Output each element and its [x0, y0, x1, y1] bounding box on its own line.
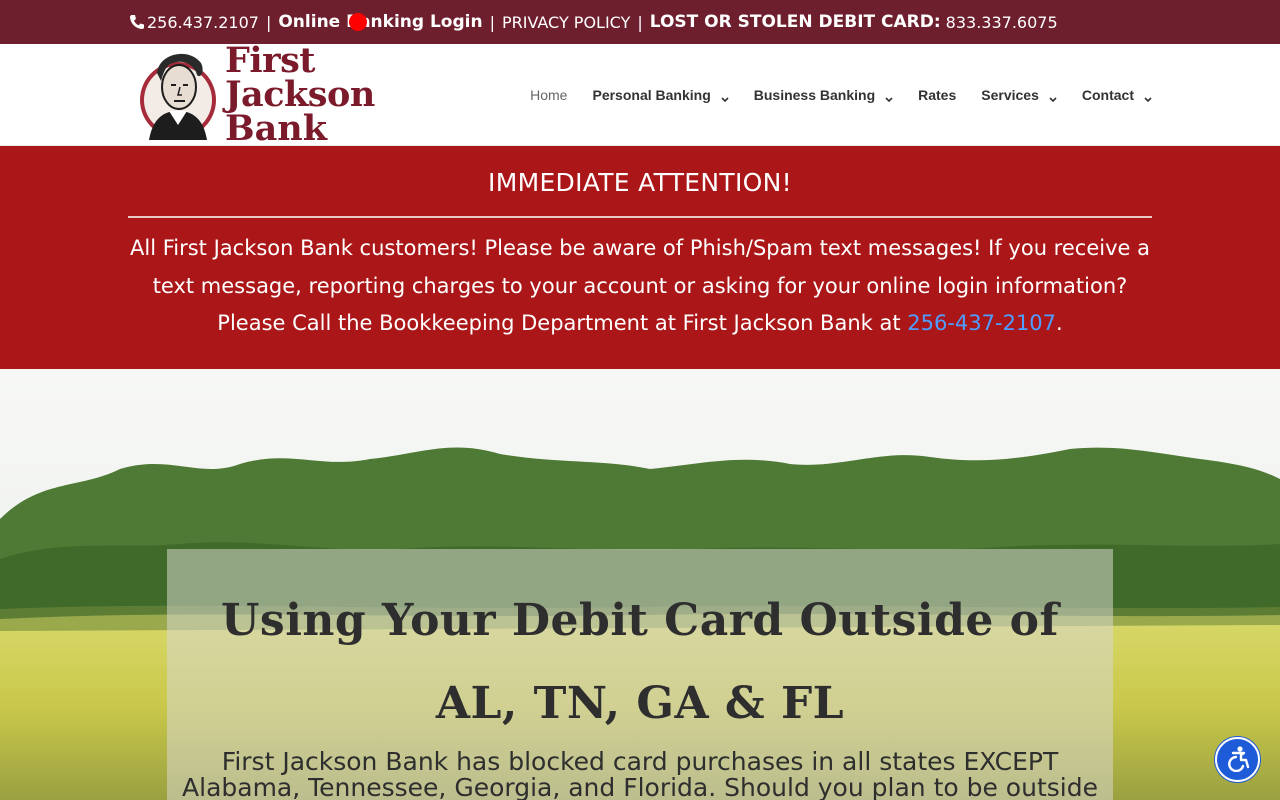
site-header: First Jackson Bank Home Personal Banking…: [0, 39, 1280, 149]
logo-line-2: Bank: [225, 107, 327, 149]
nav-item-label: Business Banking: [753, 86, 876, 103]
chevron-down-icon: [1144, 91, 1152, 102]
notice-heading: Using Your Debit Card Outside of AL, TN,…: [221, 595, 1059, 729]
chevron-down-icon: [721, 91, 729, 102]
alert-phone-link[interactable]: 256-437-2107: [907, 311, 1056, 335]
logo-line-1: First Jackson: [225, 39, 375, 115]
logo-wordmark: First Jackson Bank: [225, 39, 449, 149]
top-utility-links: 256.437.2107 | Online Banking Login | PR…: [129, 0, 1058, 44]
nav-item-label: Personal Banking: [592, 86, 711, 103]
online-banking-login-link[interactable]: Online Banking Login: [278, 12, 482, 32]
nav-item-label: Contact: [1081, 86, 1134, 103]
phone-icon: [129, 14, 145, 30]
nav-item-business-banking[interactable]: Business Banking: [754, 87, 893, 103]
nav-item-rates[interactable]: Rates: [918, 87, 956, 103]
bank-logo[interactable]: First Jackson Bank: [139, 39, 449, 149]
nav-item-label: Home: [530, 86, 568, 103]
debit-card-notice-card: Using Your Debit Card Outside of AL, TN,…: [167, 549, 1113, 800]
alert-message-end: .: [1056, 311, 1063, 335]
separator: |: [265, 12, 272, 32]
chevron-down-icon: [1049, 91, 1057, 102]
top-utility-bar: 256.437.2107 | Online Banking Login | PR…: [0, 0, 1280, 44]
alert-banner: IMMEDIATE ATTENTION! All First Jackson B…: [0, 146, 1280, 369]
alert-title: IMMEDIATE ATTENTION!: [488, 168, 792, 197]
nav-item-label: Services: [981, 86, 1039, 103]
notice-body: First Jackson Bank has blocked card purc…: [182, 747, 1098, 800]
nav-item-label: Rates: [918, 86, 957, 103]
nav-item-personal-banking[interactable]: Personal Banking: [592, 86, 729, 103]
separator: |: [637, 12, 643, 32]
topbar-phone-link[interactable]: 256.437.2107: [147, 13, 259, 32]
alert-divider: [128, 216, 1152, 218]
chevron-down-icon: [885, 91, 893, 102]
alert-message: All First Jackson Bank customers! Please…: [128, 230, 1152, 343]
nav-item-services[interactable]: Services: [981, 87, 1057, 103]
separator: |: [489, 12, 495, 32]
lost-card-phone-link[interactable]: 833.337.6075: [946, 13, 1058, 32]
main-navigation: Home Personal Banking Business Banking R…: [505, 44, 1152, 145]
hero-section: Using Your Debit Card Outside of AL, TN,…: [0, 369, 1280, 800]
nav-item-home[interactable]: Home: [530, 87, 567, 103]
nav-item-contact[interactable]: Contact: [1082, 87, 1152, 103]
lost-card-label: LOST OR STOLEN DEBIT CARD:: [649, 12, 941, 32]
portrait-logo-icon: [139, 45, 217, 145]
accessibility-button[interactable]: [1215, 737, 1260, 782]
cursor-indicator: [349, 13, 367, 31]
accessibility-icon: [1224, 744, 1252, 776]
privacy-policy-link[interactable]: PRIVACY POLICY: [502, 13, 630, 32]
